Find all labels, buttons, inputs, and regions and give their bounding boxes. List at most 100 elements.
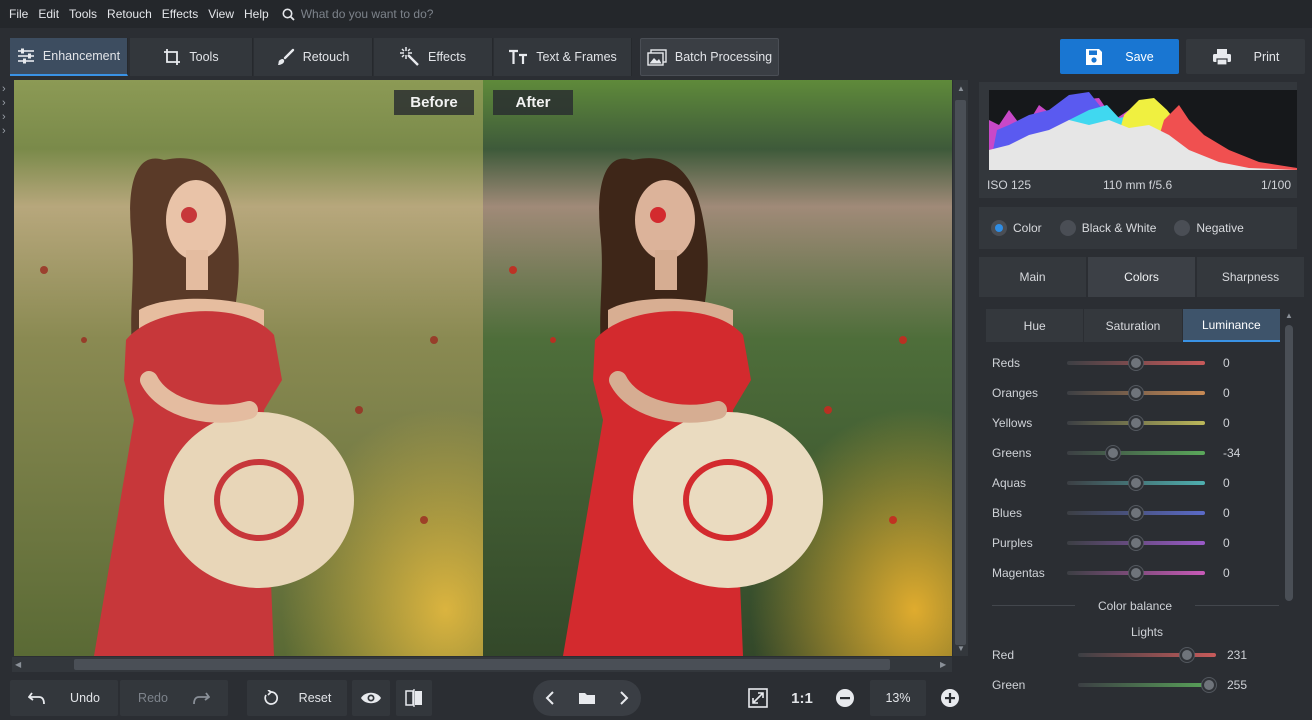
canvas-horizontal-scrollbar[interactable]: ◀ ▶ xyxy=(12,657,952,672)
menu-effects[interactable]: Effects xyxy=(157,7,203,21)
search-input[interactable] xyxy=(300,7,561,21)
redo-label: Redo xyxy=(138,691,168,705)
undo-icon xyxy=(28,692,45,705)
zoom-level-field[interactable]: 13% xyxy=(870,680,926,716)
redo-icon xyxy=(193,692,210,705)
undo-button[interactable]: Undo xyxy=(10,680,118,716)
tab-retouch[interactable]: Retouch xyxy=(254,38,373,76)
panel-tabs: Main Colors Sharpness xyxy=(979,257,1304,297)
scrollbar-thumb[interactable] xyxy=(955,100,966,645)
scrollbar-thumb[interactable] xyxy=(1285,325,1293,601)
before-label: Before xyxy=(394,90,474,115)
slider-oranges: Oranges 0 xyxy=(992,383,1282,403)
slider-handle[interactable] xyxy=(1129,416,1143,430)
brush-icon xyxy=(277,48,294,65)
save-button[interactable]: Save xyxy=(1060,39,1179,74)
adjustment-panel: ISO 125 110 mm f/5.6 1/100 Color Black &… xyxy=(975,80,1312,720)
subtab-hue[interactable]: Hue xyxy=(986,309,1084,342)
slider-handle[interactable] xyxy=(1129,356,1143,370)
slider-label: Magentas xyxy=(992,566,1045,580)
slider-yellows: Yellows 0 xyxy=(992,413,1282,433)
slider-label: Green xyxy=(992,678,1026,692)
reset-button[interactable]: Reset xyxy=(247,680,347,716)
tab-effects[interactable]: Effects xyxy=(374,38,493,76)
images-icon xyxy=(647,48,667,66)
scroll-up-icon[interactable]: ▲ xyxy=(957,84,965,93)
slider-value: 0 xyxy=(1223,566,1230,580)
slider-value: 0 xyxy=(1223,536,1230,550)
batch-processing-button[interactable]: Batch Processing xyxy=(640,38,779,76)
tab-enhancement[interactable]: Enhancement xyxy=(10,38,128,76)
fit-screen-icon xyxy=(748,688,768,708)
menu-file[interactable]: File xyxy=(4,7,33,21)
slider-handle[interactable] xyxy=(1129,476,1143,490)
expand-chevron-icon[interactable]: › xyxy=(0,82,12,96)
tab-tools-label: Tools xyxy=(189,50,219,64)
scroll-down-icon[interactable]: ▼ xyxy=(957,644,965,653)
actual-size-button[interactable]: 1:1 xyxy=(782,680,822,716)
previous-icon[interactable] xyxy=(544,691,556,705)
panel-scrollbar[interactable]: ▲ xyxy=(1282,309,1296,720)
folder-icon[interactable] xyxy=(578,691,596,705)
scroll-left-icon[interactable]: ◀ xyxy=(15,660,21,669)
print-button[interactable]: Print xyxy=(1186,39,1305,74)
tab-text-frames[interactable]: Text & Frames xyxy=(494,38,632,76)
expand-chevron-icon[interactable]: › xyxy=(0,124,12,138)
slider-handle[interactable] xyxy=(1105,446,1120,460)
slider-track[interactable] xyxy=(1067,451,1205,455)
tab-sharpness[interactable]: Sharpness xyxy=(1197,257,1304,297)
scroll-up-icon[interactable]: ▲ xyxy=(1285,311,1293,320)
slider-track[interactable] xyxy=(1078,653,1216,657)
floppy-disk-icon xyxy=(1086,48,1103,65)
slider-magentas: Magentas 0 xyxy=(992,563,1282,583)
mode-bw-label: Black & White xyxy=(1081,221,1157,235)
balance-red: Red 231 xyxy=(992,645,1282,665)
scrollbar-thumb[interactable] xyxy=(74,659,890,670)
printer-icon xyxy=(1212,48,1231,66)
subtab-luminance[interactable]: Luminance xyxy=(1182,309,1280,342)
menu-retouch[interactable]: Retouch xyxy=(102,7,157,21)
undo-label: Undo xyxy=(70,691,100,705)
after-photo: After xyxy=(483,80,952,656)
redo-button[interactable]: Redo xyxy=(120,680,228,716)
canvas-vertical-scrollbar[interactable]: ▲ ▼ xyxy=(953,80,968,656)
sliders-icon xyxy=(17,48,34,64)
reset-label: Reset xyxy=(298,691,332,705)
scroll-right-icon[interactable]: ▶ xyxy=(940,660,946,669)
menu-tools[interactable]: Tools xyxy=(64,7,102,21)
tab-tools[interactable]: Tools xyxy=(130,38,253,76)
slider-handle[interactable] xyxy=(1202,678,1217,692)
menu-edit[interactable]: Edit xyxy=(33,7,64,21)
zoom-in-button[interactable] xyxy=(933,680,967,716)
slider-handle[interactable] xyxy=(1129,506,1143,520)
slider-track[interactable] xyxy=(1078,683,1216,687)
expand-chevron-icon[interactable]: › xyxy=(0,96,12,110)
subtab-saturation[interactable]: Saturation xyxy=(1084,309,1182,342)
slider-handle[interactable] xyxy=(1180,648,1195,662)
slider-handle[interactable] xyxy=(1129,536,1143,550)
print-button-label: Print xyxy=(1253,49,1280,64)
menu-help[interactable]: Help xyxy=(239,7,274,21)
slider-value: 0 xyxy=(1223,356,1230,370)
tab-colors[interactable]: Colors xyxy=(1088,257,1195,297)
slider-label: Aquas xyxy=(992,476,1027,490)
menu-view[interactable]: View xyxy=(203,7,239,21)
next-icon[interactable] xyxy=(618,691,630,705)
eye-icon xyxy=(361,692,381,704)
slider-label: Oranges xyxy=(992,386,1039,400)
mode-bw-radio[interactable]: Black & White xyxy=(1059,220,1157,236)
expand-chevron-icon[interactable]: › xyxy=(0,110,12,124)
mode-negative-radio[interactable]: Negative xyxy=(1174,220,1244,236)
slider-handle[interactable] xyxy=(1129,386,1143,400)
preview-toggle-button[interactable] xyxy=(352,680,390,716)
slider-handle[interactable] xyxy=(1129,566,1143,580)
compare-view-button[interactable] xyxy=(396,680,432,716)
tab-main[interactable]: Main xyxy=(979,257,1086,297)
radio-empty-icon xyxy=(1059,220,1076,236)
crop-icon xyxy=(164,49,181,65)
fit-to-screen-button[interactable] xyxy=(740,680,776,716)
mode-color-radio[interactable]: Color xyxy=(991,220,1042,236)
photo-canvas[interactable]: Before After xyxy=(14,80,952,656)
before-image xyxy=(14,80,483,656)
zoom-out-button[interactable] xyxy=(828,680,862,716)
